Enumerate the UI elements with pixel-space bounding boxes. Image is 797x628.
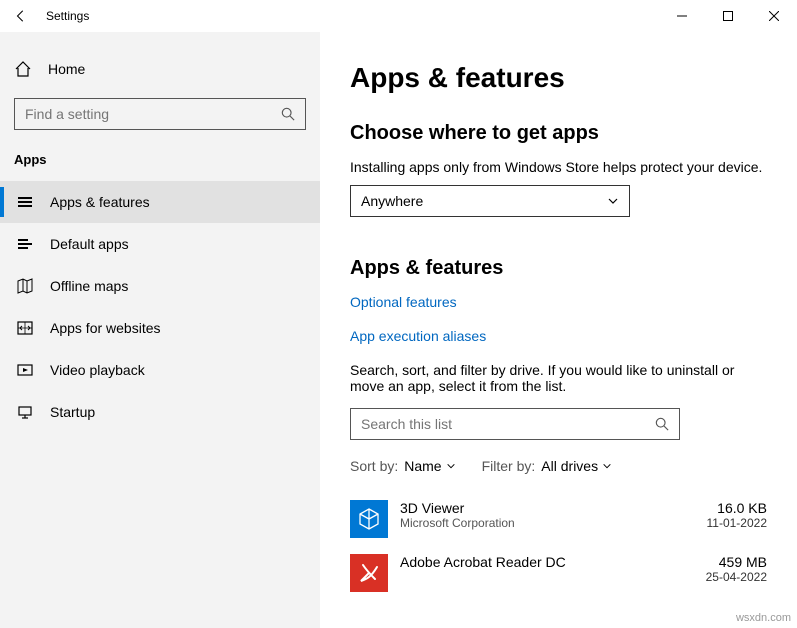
default-apps-icon	[16, 235, 34, 253]
close-icon	[769, 11, 779, 21]
list-search-container[interactable]	[350, 408, 680, 440]
apps-websites-icon	[16, 319, 34, 337]
back-arrow-icon	[14, 9, 28, 23]
choose-heading: Choose where to get apps	[350, 122, 767, 145]
nav-startup[interactable]: Startup	[0, 391, 320, 433]
filters-row: Sort by: Name Filter by: All drives	[350, 458, 767, 474]
acrobat-icon	[357, 561, 381, 585]
chevron-down-icon	[446, 461, 456, 471]
titlebar: Settings	[0, 0, 797, 32]
minimize-button[interactable]	[659, 0, 705, 32]
list-search-input[interactable]	[361, 416, 655, 432]
app-row[interactable]: Adobe Acrobat Reader DC 459 MB 25-04-202…	[350, 546, 767, 600]
home-label: Home	[48, 61, 85, 77]
app-name: 3D Viewer	[400, 500, 695, 516]
app-source-dropdown[interactable]: Anywhere	[350, 185, 630, 217]
app-icon-acrobat	[350, 554, 388, 592]
filter-control[interactable]: Filter by: All drives	[482, 458, 612, 474]
sort-value: Name	[404, 458, 441, 474]
search-input[interactable]	[25, 106, 281, 122]
startup-icon	[16, 403, 34, 421]
home-nav[interactable]: Home	[0, 52, 320, 86]
app-publisher: Microsoft Corporation	[400, 516, 695, 530]
cube-icon	[357, 507, 381, 531]
sub-heading: Apps & features	[350, 257, 767, 280]
nav-apps-features[interactable]: Apps & features	[0, 181, 320, 223]
page-title: Apps & features	[350, 62, 767, 94]
app-icon-3dviewer	[350, 500, 388, 538]
nav-default-apps[interactable]: Default apps	[0, 223, 320, 265]
nav-offline-maps[interactable]: Offline maps	[0, 265, 320, 307]
apps-features-icon	[16, 193, 34, 211]
app-aliases-link[interactable]: App execution aliases	[350, 328, 767, 344]
window-title: Settings	[46, 9, 89, 23]
nav-label: Startup	[50, 404, 95, 420]
nav-label: Apps & features	[50, 194, 150, 210]
app-row[interactable]: 3D Viewer Microsoft Corporation 16.0 KB …	[350, 492, 767, 546]
sidebar: Home Apps Apps & features Default apps O…	[0, 32, 320, 628]
nav-label: Apps for websites	[50, 320, 161, 336]
app-size: 459 MB	[706, 554, 767, 570]
search-icon	[281, 107, 295, 121]
main-content: Apps & features Choose where to get apps…	[320, 32, 797, 628]
nav-label: Video playback	[50, 362, 145, 378]
search-input-container[interactable]	[14, 98, 306, 130]
list-desc: Search, sort, and filter by drive. If yo…	[350, 362, 767, 394]
watermark: wsxdn.com	[736, 612, 791, 624]
app-date: 25-04-2022	[706, 570, 767, 584]
home-icon	[14, 60, 32, 78]
maximize-icon	[723, 11, 733, 21]
sort-control[interactable]: Sort by: Name	[350, 458, 456, 474]
window-controls	[659, 0, 797, 32]
video-playback-icon	[16, 361, 34, 379]
dropdown-value: Anywhere	[361, 193, 423, 209]
category-header: Apps	[0, 152, 320, 181]
optional-features-link[interactable]: Optional features	[350, 294, 767, 310]
close-button[interactable]	[751, 0, 797, 32]
nav-video-playback[interactable]: Video playback	[0, 349, 320, 391]
choose-desc: Installing apps only from Windows Store …	[350, 159, 767, 175]
minimize-icon	[677, 11, 687, 21]
app-size: 16.0 KB	[707, 500, 768, 516]
nav-list: Apps & features Default apps Offline map…	[0, 181, 320, 433]
chevron-down-icon	[602, 461, 612, 471]
chevron-down-icon	[607, 195, 619, 207]
sort-label: Sort by:	[350, 458, 398, 474]
nav-label: Default apps	[50, 236, 129, 252]
nav-apps-websites[interactable]: Apps for websites	[0, 307, 320, 349]
back-button[interactable]	[14, 9, 28, 23]
nav-label: Offline maps	[50, 278, 128, 294]
search-icon	[655, 417, 669, 431]
offline-maps-icon	[16, 277, 34, 295]
filter-value: All drives	[541, 458, 598, 474]
maximize-button[interactable]	[705, 0, 751, 32]
app-date: 11-01-2022	[707, 516, 768, 530]
app-name: Adobe Acrobat Reader DC	[400, 554, 694, 570]
filter-label: Filter by:	[482, 458, 536, 474]
